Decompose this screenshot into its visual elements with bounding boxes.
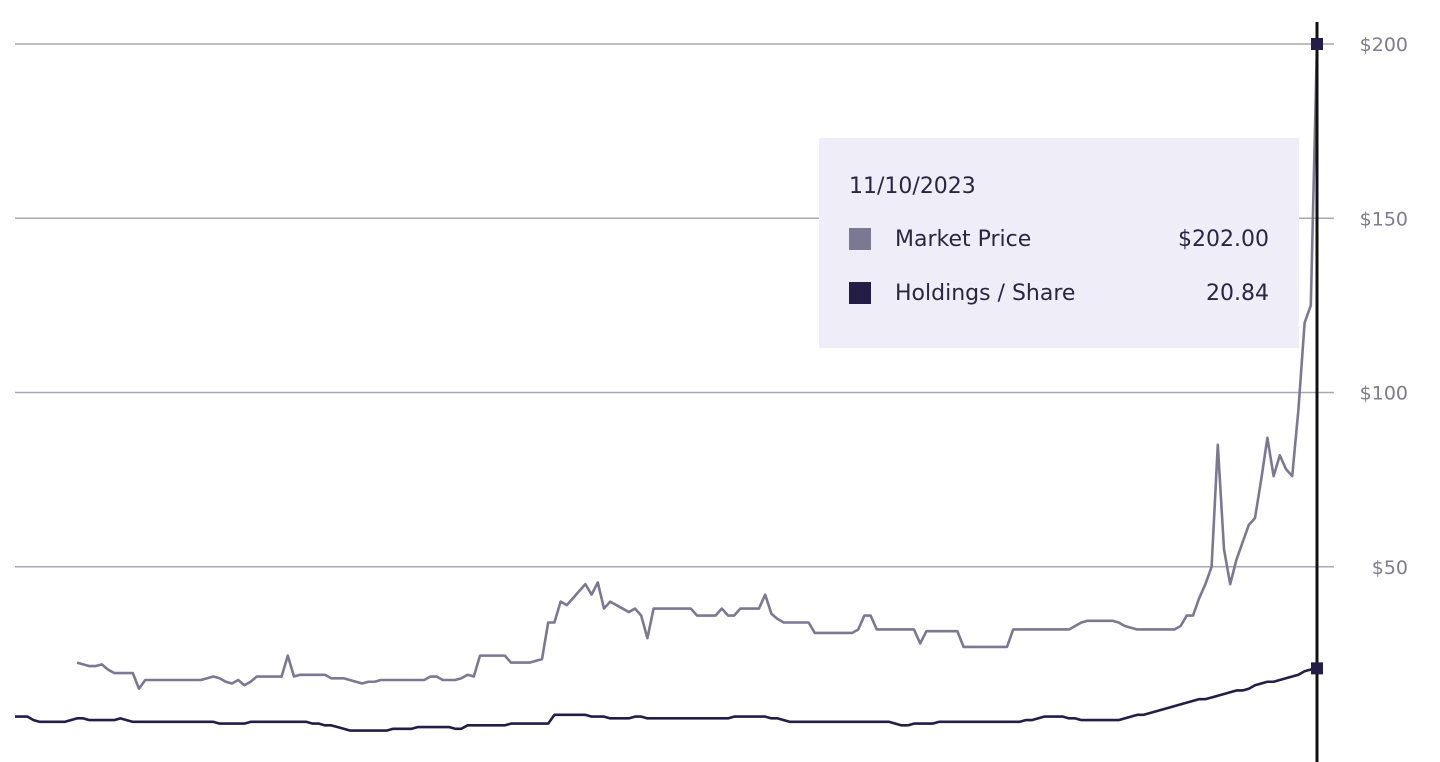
- chart-tooltip: 11/10/2023 Market Price $202.00 Holdings…: [819, 138, 1299, 348]
- marker-market-price: [1311, 38, 1323, 50]
- y-tick-label-200: $200: [1360, 34, 1408, 56]
- tooltip-label-market-price: Market Price: [895, 226, 1032, 252]
- tooltip-date: 11/10/2023: [849, 174, 976, 199]
- y-tick-label-100: $100: [1360, 383, 1408, 405]
- holdings-share-legend-swatch: [849, 282, 871, 304]
- tooltip-label-holdings-share: Holdings / Share: [895, 280, 1076, 306]
- y-axis-tick-labels: $50 $100 $150 $200: [1360, 34, 1408, 579]
- tooltip-value-holdings-share: 20.84: [1206, 280, 1269, 306]
- line-chart[interactable]: $50 $100 $150 $200: [0, 0, 1440, 762]
- tooltip-row-holdings-share: Holdings / Share 20.84: [849, 279, 1269, 307]
- y-tick-label-50: $50: [1372, 557, 1408, 579]
- marker-holdings-share: [1311, 662, 1323, 675]
- tooltip-row-market-price: Market Price $202.00: [849, 225, 1269, 253]
- y-tick-label-150: $150: [1360, 208, 1408, 230]
- market-price-legend-swatch: [849, 228, 871, 250]
- tooltip-value-market-price: $202.00: [1178, 226, 1269, 252]
